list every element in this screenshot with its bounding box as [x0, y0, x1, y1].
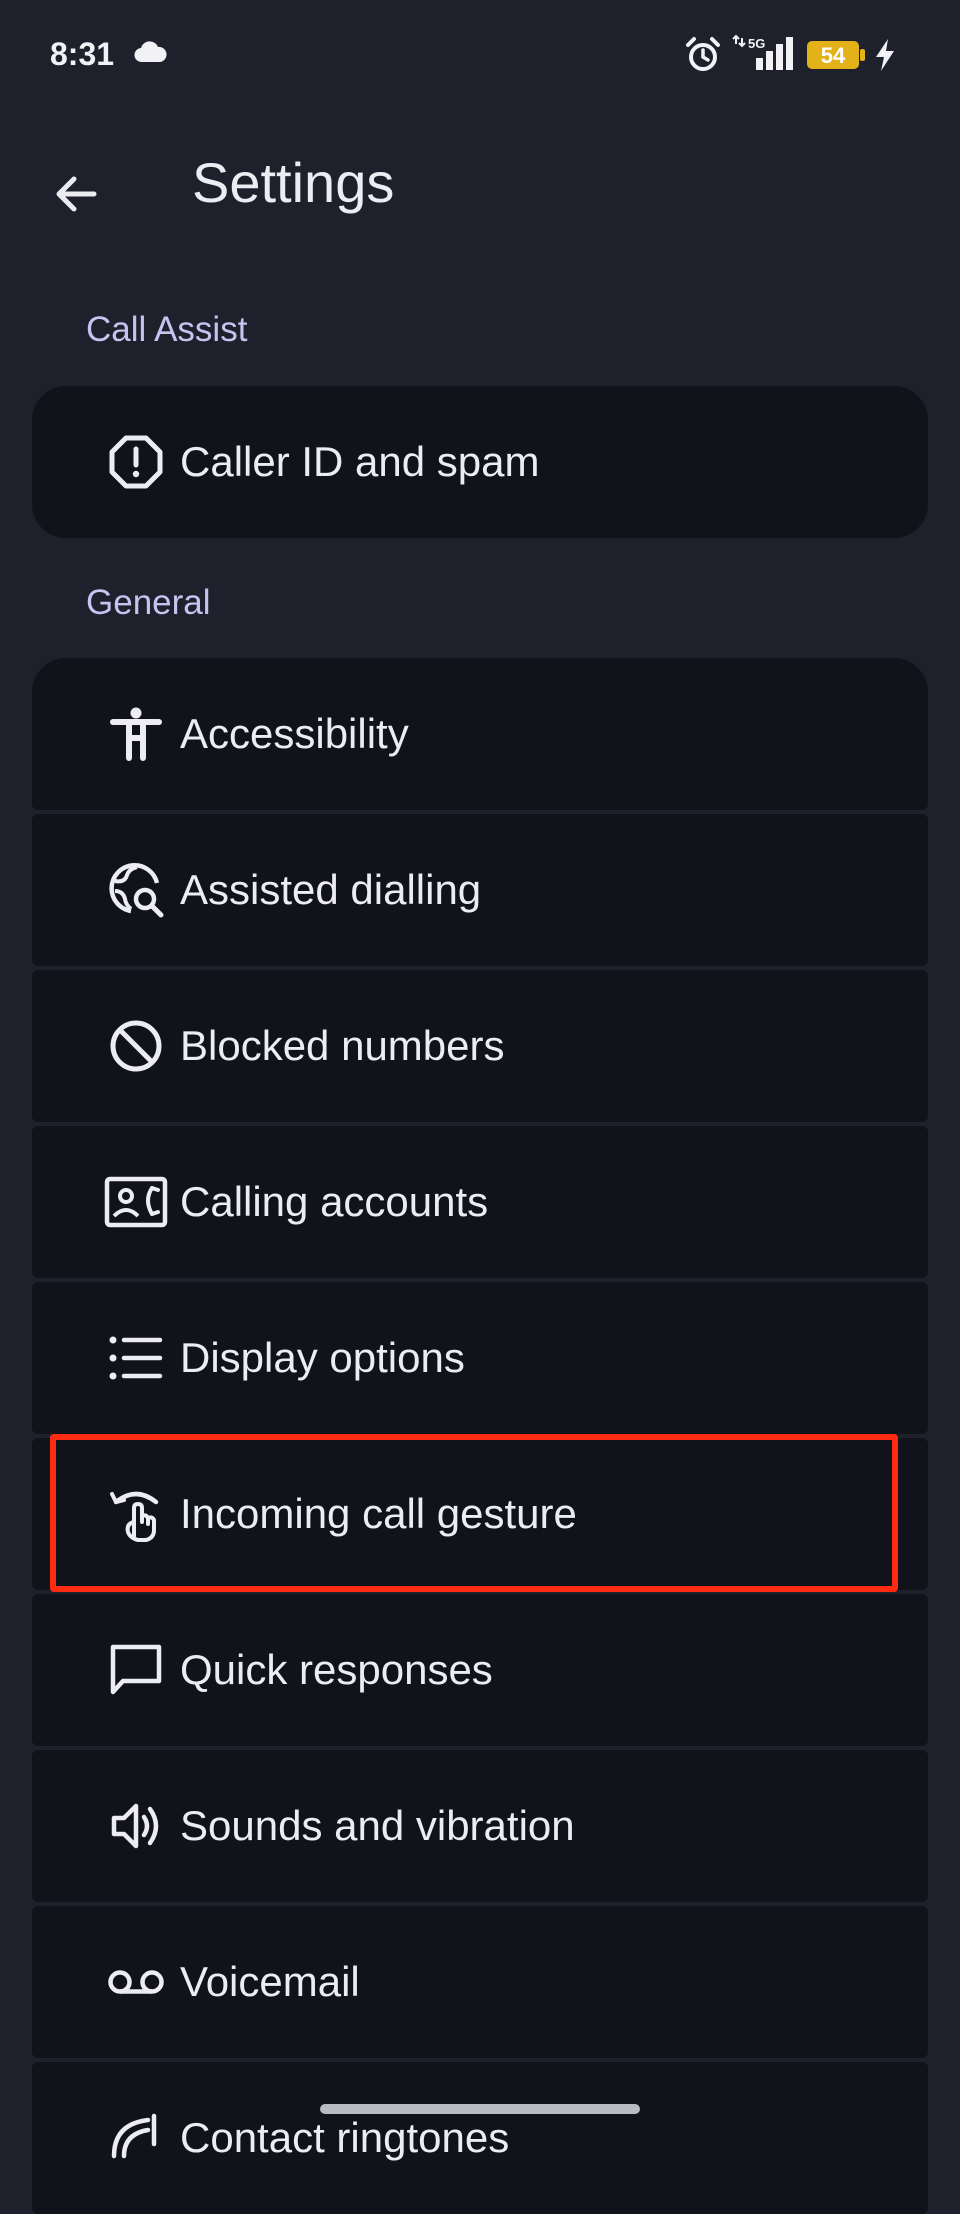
swipe-gesture-icon — [104, 1482, 168, 1546]
settings-item-label: Voicemail — [180, 1958, 360, 2005]
status-time: 8:31 — [50, 36, 115, 72]
settings-item-label: Blocked numbers — [180, 1022, 505, 1069]
page-title: Settings — [192, 151, 395, 214]
settings-item-label: Incoming call gesture — [180, 1490, 577, 1537]
settings-item-label: Sounds and vibration — [180, 1802, 575, 1849]
settings-item-label: Display options — [180, 1334, 465, 1381]
cloud-icon — [133, 40, 167, 64]
battery-icon: 54 — [806, 40, 866, 70]
settings-item-label: Contact ringtones — [180, 2114, 510, 2161]
accessibility-icon — [104, 702, 168, 766]
settings-item-label: Caller ID and spam — [180, 438, 540, 485]
block-icon — [104, 1014, 168, 1078]
settings-item-incoming-call-gesture[interactable]: Incoming call gesture — [32, 1438, 928, 1590]
settings-item-sounds-and-vibration[interactable]: Sounds and vibration — [32, 1750, 928, 1902]
chat-bubble-icon — [104, 1638, 168, 1702]
settings-item-calling-accounts[interactable]: Calling accounts — [32, 1126, 928, 1278]
battery-level: 54 — [821, 43, 846, 68]
settings-item-contact-ringtones[interactable]: Contact ringtones — [32, 2062, 928, 2214]
app-bar: Settings — [0, 130, 960, 240]
speaker-icon — [104, 1794, 168, 1858]
contact-ringtone-icon — [104, 2106, 168, 2170]
settings-item-label: Quick responses — [180, 1646, 493, 1693]
charging-icon — [874, 38, 896, 72]
globe-search-icon — [104, 858, 168, 922]
contact-phone-icon — [104, 1170, 168, 1234]
status-bar: 8:31 5G 54 — [0, 0, 960, 110]
section-header-general: General — [86, 583, 211, 622]
section-header-call-assist: Call Assist — [86, 310, 248, 349]
settings-item-label: Accessibility — [180, 710, 409, 757]
home-indicator[interactable] — [320, 2104, 640, 2114]
settings-item-label: Calling accounts — [180, 1178, 489, 1225]
alert-octagon-icon — [104, 430, 168, 494]
settings-item-accessibility[interactable]: Accessibility — [32, 658, 928, 810]
settings-item-assisted-dialling[interactable]: Assisted dialling — [32, 814, 928, 966]
back-button[interactable] — [36, 154, 116, 234]
settings-item-voicemail[interactable]: Voicemail — [32, 1906, 928, 2058]
signal-icon — [732, 34, 796, 72]
settings-item-quick-responses[interactable]: Quick responses — [32, 1594, 928, 1746]
settings-item-label: Assisted dialling — [180, 866, 482, 913]
alarm-icon — [684, 36, 722, 74]
settings-item-display-options[interactable]: Display options — [32, 1282, 928, 1434]
settings-item-caller-id-and-spam[interactable]: Caller ID and spam — [32, 386, 928, 538]
voicemail-icon — [104, 1950, 168, 2014]
settings-item-blocked-numbers[interactable]: Blocked numbers — [32, 970, 928, 1122]
back-arrow-icon — [52, 170, 100, 218]
list-icon — [104, 1326, 168, 1390]
